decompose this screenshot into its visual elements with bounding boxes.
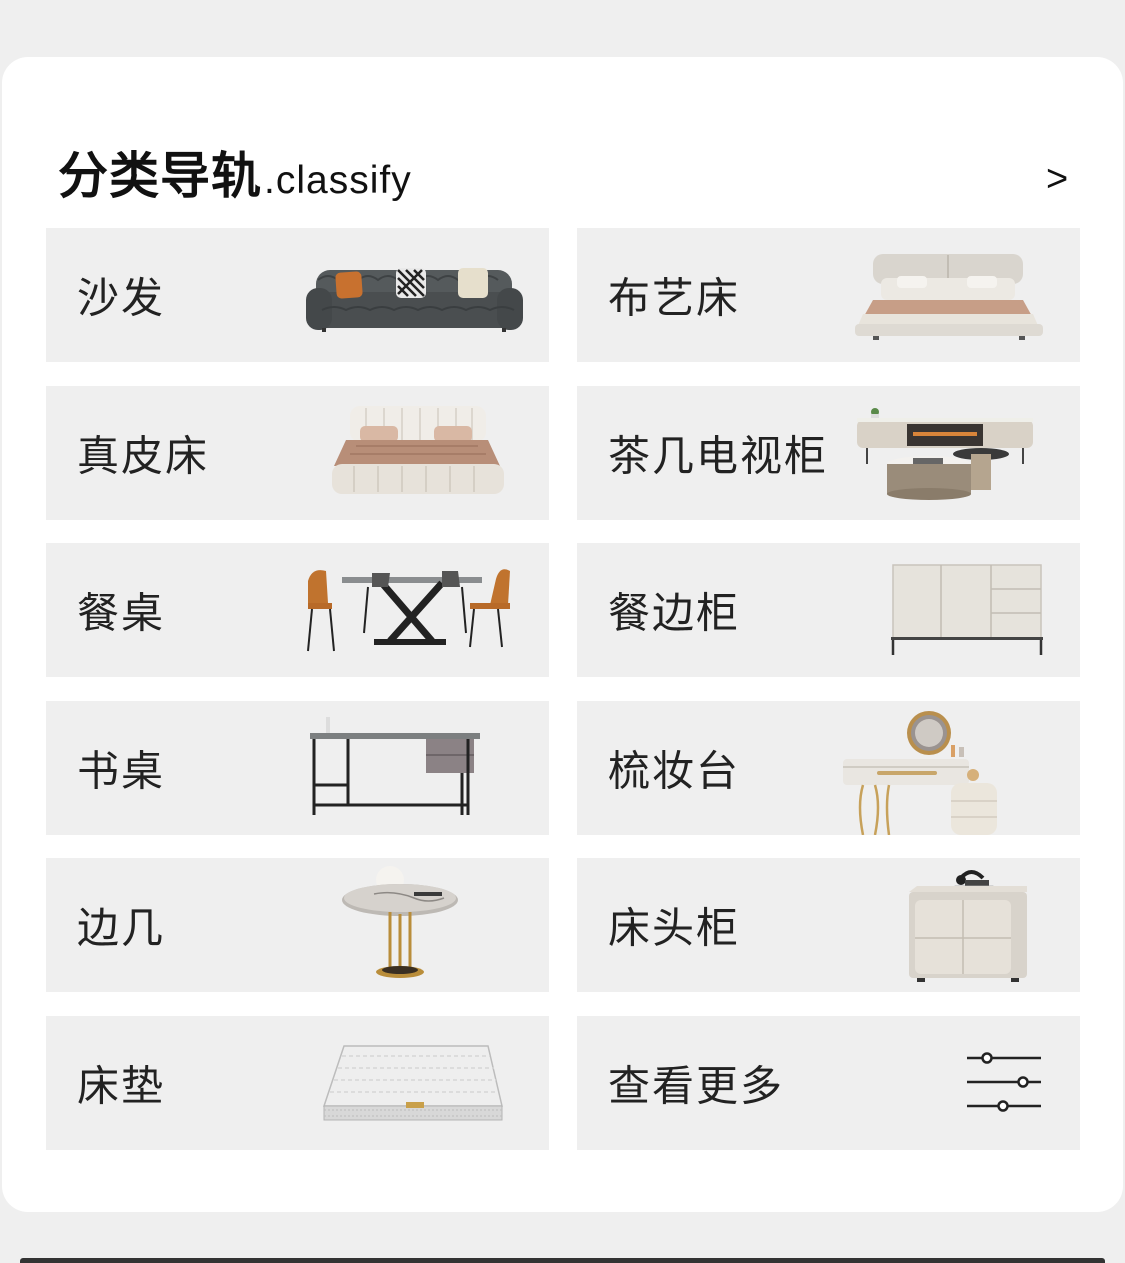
sideboard-icon — [833, 543, 1058, 677]
category-label: 梳妆台 — [608, 746, 741, 796]
category-tile-sideboard[interactable]: 餐边柜 — [577, 543, 1080, 678]
category-label: 床垫 — [77, 1061, 166, 1111]
category-tile-desk[interactable]: 书桌 — [46, 700, 549, 835]
section-title: 分类导轨 .classify — [58, 136, 412, 208]
view-all-arrow-button[interactable]: > — [1046, 158, 1068, 201]
side-table-icon — [302, 858, 527, 992]
category-label: 真皮床 — [77, 431, 210, 481]
category-label: 餐边柜 — [608, 588, 741, 638]
category-tile-sofa[interactable]: 沙发 — [46, 228, 549, 362]
category-tile-tv-cabinet[interactable]: 茶几电视柜 — [577, 385, 1080, 520]
title-chinese: 分类导轨 — [58, 147, 262, 205]
mattress-icon — [302, 1016, 527, 1150]
category-tile-side-table[interactable]: 边几 — [46, 858, 549, 993]
category-tile-nightstand[interactable]: 床头柜 — [577, 858, 1080, 993]
category-tile-dressing-table[interactable]: 梳妆台 — [577, 700, 1080, 835]
title-english: .classify — [264, 159, 412, 202]
category-tile-fabric-bed[interactable]: 布艺床 — [577, 228, 1080, 362]
category-label: 床头柜 — [608, 903, 741, 953]
next-section-edge — [20, 1258, 1105, 1263]
category-tile-mattress[interactable]: 床垫 — [46, 1015, 549, 1150]
category-tile-view-more[interactable]: 查看更多 — [577, 1015, 1080, 1150]
category-tile-dining-table[interactable]: 餐桌 — [46, 543, 549, 678]
category-label: 布艺床 — [608, 273, 741, 323]
category-label: 沙发 — [77, 273, 166, 323]
fabric-bed-icon — [833, 228, 1058, 362]
category-label: 书桌 — [77, 746, 166, 796]
category-tile-leather-bed[interactable]: 真皮床 — [46, 385, 549, 520]
dressing-table-icon — [833, 701, 1058, 835]
filter-sliders-icon — [833, 1016, 1058, 1150]
leather-bed-icon — [302, 386, 527, 520]
sofa-icon — [302, 228, 527, 362]
category-label: 茶几电视柜 — [608, 431, 829, 481]
desk-icon — [302, 701, 527, 835]
category-label: 边几 — [77, 903, 166, 953]
dining-table-icon — [302, 543, 527, 677]
category-label: 查看更多 — [608, 1061, 785, 1111]
tv-cabinet-coffee-table-icon — [833, 386, 1058, 520]
category-grid: 沙发 布艺床 真皮床 茶几电视柜 餐桌 餐边柜 书桌 梳妆台 边几 床头柜 床垫… — [46, 228, 1080, 1150]
category-label: 餐桌 — [77, 588, 166, 638]
nightstand-icon — [833, 858, 1058, 992]
